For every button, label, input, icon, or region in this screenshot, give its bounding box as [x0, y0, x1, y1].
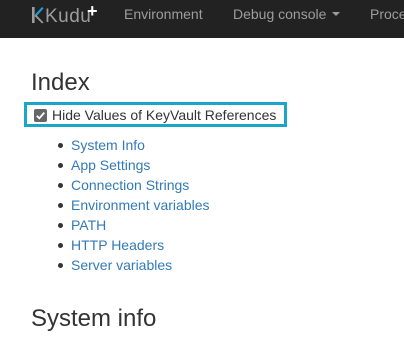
link-path[interactable]: PATH — [71, 217, 106, 233]
nav-debug-console-label: Debug console — [233, 6, 327, 22]
list-item: System Info — [58, 136, 210, 156]
bullet-icon — [58, 203, 63, 208]
brand-text: Kudu — [45, 6, 92, 27]
top-navbar: Kudu + Environment Debug console Proce — [0, 0, 404, 38]
page-title: Index — [31, 69, 90, 96]
link-http-headers[interactable]: HTTP Headers — [71, 237, 164, 253]
link-server-variables[interactable]: Server variables — [71, 257, 172, 273]
list-item: PATH — [58, 216, 210, 236]
checkmark-icon — [36, 112, 45, 120]
nav-process-explorer[interactable]: Proce — [370, 6, 404, 22]
list-item: HTTP Headers — [58, 236, 210, 256]
list-item: App Settings — [58, 156, 210, 176]
link-system-info[interactable]: System Info — [71, 137, 145, 153]
keyvault-toggle-highlight: Hide Values of KeyVault References — [24, 102, 287, 127]
brand-logo[interactable]: Kudu + — [31, 1, 98, 27]
link-environment-variables[interactable]: Environment variables — [71, 197, 210, 213]
bullet-icon — [58, 223, 63, 228]
hide-keyvault-label[interactable]: Hide Values of KeyVault References — [52, 107, 276, 123]
caret-down-icon — [332, 12, 341, 17]
bullet-icon — [58, 143, 63, 148]
nav-environment[interactable]: Environment — [124, 6, 203, 22]
kudu-k-logo-icon — [32, 7, 44, 24]
hide-keyvault-checkbox[interactable] — [34, 109, 47, 122]
link-app-settings[interactable]: App Settings — [71, 157, 150, 173]
link-connection-strings[interactable]: Connection Strings — [71, 177, 189, 193]
section-title-system-info: System info — [31, 305, 157, 332]
nav-debug-console[interactable]: Debug console — [233, 6, 341, 22]
brand-plus: + — [87, 1, 98, 21]
list-item: Connection Strings — [58, 176, 210, 196]
bullet-icon — [58, 243, 63, 248]
bullet-icon — [58, 163, 63, 168]
list-item: Environment variables — [58, 196, 210, 216]
index-link-list: System Info App Settings Connection Stri… — [58, 136, 210, 276]
bullet-icon — [58, 183, 63, 188]
bullet-icon — [58, 263, 63, 268]
list-item: Server variables — [58, 256, 210, 276]
